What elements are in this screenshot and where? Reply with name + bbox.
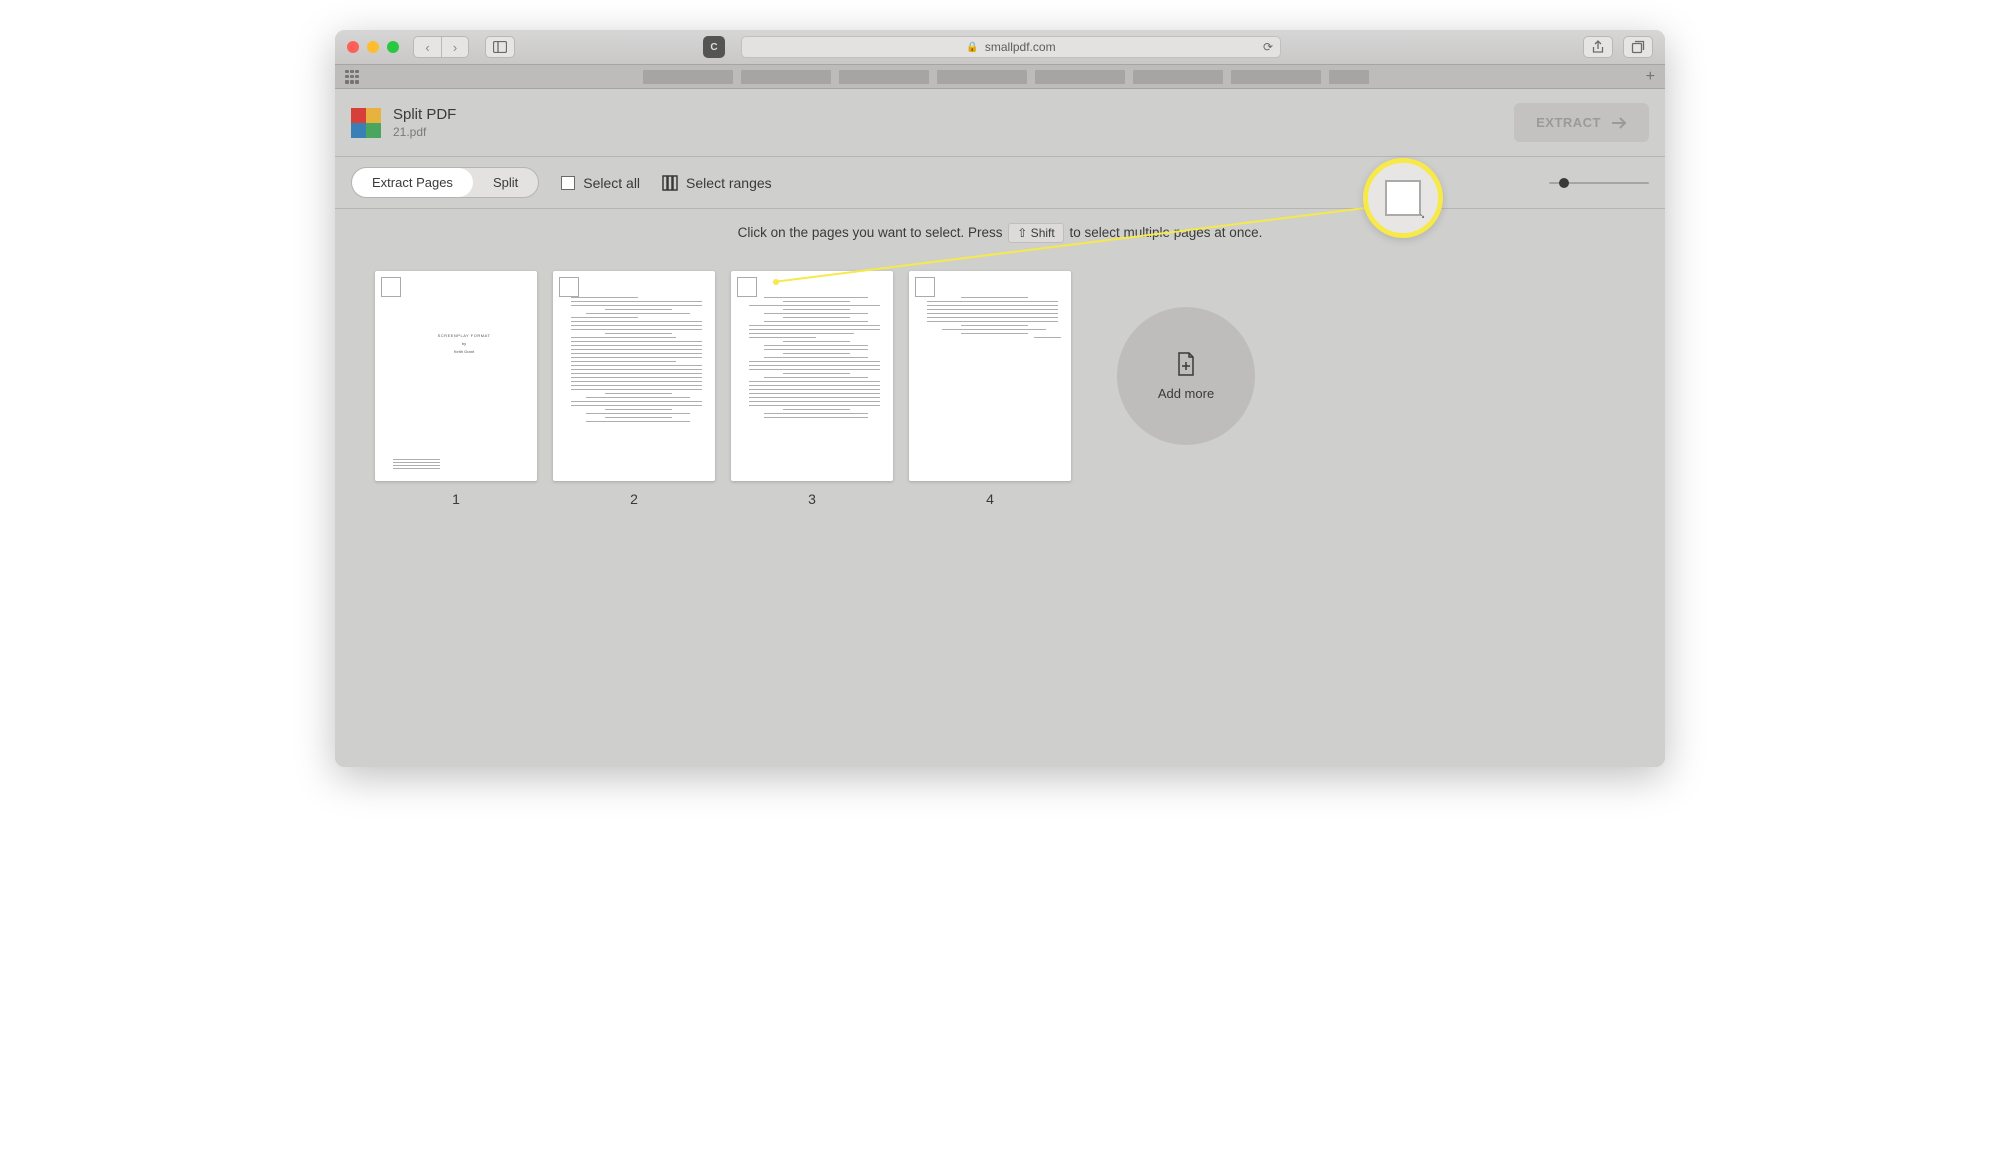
apps-grid-icon[interactable] bbox=[345, 70, 359, 84]
page-checkbox[interactable] bbox=[559, 277, 579, 297]
share-button[interactable] bbox=[1583, 36, 1613, 58]
mode-segmented-control: Extract Pages Split bbox=[351, 167, 539, 198]
page-number: 4 bbox=[986, 491, 994, 507]
titlebar: ‹ › C 🔒 smallpdf.com ⟳ bbox=[335, 30, 1665, 65]
add-file-icon bbox=[1176, 352, 1196, 376]
close-window-button[interactable] bbox=[347, 41, 359, 53]
tool-shortcut[interactable] bbox=[937, 70, 1027, 84]
annotation-checkbox-zoom: ↘ bbox=[1385, 180, 1421, 216]
tool-shortcut[interactable] bbox=[839, 70, 929, 84]
select-ranges-label: Select ranges bbox=[686, 175, 772, 191]
page-thumbnail-3[interactable] bbox=[731, 271, 893, 481]
page-checkbox[interactable] bbox=[737, 277, 757, 297]
add-more-button[interactable]: Add more bbox=[1117, 307, 1255, 445]
instruction-text: Click on the pages you want to select. P… bbox=[335, 209, 1665, 251]
tool-shortcuts bbox=[643, 70, 1369, 84]
page-thumbnail-1[interactable]: SCREENPLAY FORMAT by Keith Grant bbox=[375, 271, 537, 481]
tool-shortcut[interactable] bbox=[643, 70, 733, 84]
split-tab[interactable]: Split bbox=[473, 168, 538, 197]
page-header: Split PDF 21.pdf EXTRACT bbox=[335, 89, 1665, 157]
forward-button[interactable]: › bbox=[441, 36, 469, 58]
page-number: 1 bbox=[452, 491, 460, 507]
tool-shortcut[interactable] bbox=[1133, 70, 1223, 84]
traffic-lights bbox=[347, 41, 399, 53]
tab-strip: + bbox=[335, 65, 1665, 89]
minimize-window-button[interactable] bbox=[367, 41, 379, 53]
page-checkbox[interactable] bbox=[915, 277, 935, 297]
page-card: 3 bbox=[731, 271, 893, 507]
extract-button-label: EXTRACT bbox=[1536, 115, 1601, 130]
nav-group: ‹ › bbox=[413, 36, 469, 58]
reload-button[interactable]: ⟳ bbox=[1263, 40, 1273, 54]
page-thumbnail-4[interactable] bbox=[909, 271, 1071, 481]
pages-grid: SCREENPLAY FORMAT by Keith Grant 1 2 bbox=[335, 251, 1665, 767]
select-all-label: Select all bbox=[583, 175, 640, 191]
select-all-checkbox[interactable] bbox=[561, 176, 575, 190]
page-card: SCREENPLAY FORMAT by Keith Grant 1 bbox=[375, 271, 537, 507]
privacy-shield-icon[interactable]: C bbox=[703, 36, 725, 58]
url-host: smallpdf.com bbox=[985, 40, 1056, 54]
page-thumbnail-2[interactable] bbox=[553, 271, 715, 481]
annotation-callout-circle: ↘ bbox=[1363, 158, 1443, 238]
new-tab-button[interactable]: + bbox=[1646, 68, 1655, 86]
extract-button[interactable]: EXTRACT bbox=[1514, 103, 1649, 142]
extract-pages-tab[interactable]: Extract Pages bbox=[352, 168, 473, 197]
tool-shortcut[interactable] bbox=[1035, 70, 1125, 84]
tool-shortcut[interactable] bbox=[741, 70, 831, 84]
select-ranges-option[interactable]: Select ranges bbox=[662, 175, 772, 191]
tool-shortcut[interactable] bbox=[1329, 70, 1369, 84]
select-all-option[interactable]: Select all bbox=[561, 175, 640, 191]
smallpdf-logo-icon bbox=[351, 108, 381, 138]
tool-title: Split PDF bbox=[393, 106, 456, 123]
page-number: 2 bbox=[630, 491, 638, 507]
toolbar: Extract Pages Split Select all Select ra… bbox=[335, 157, 1665, 209]
lock-icon: 🔒 bbox=[966, 42, 978, 53]
add-more-label: Add more bbox=[1158, 386, 1214, 401]
filename-label: 21.pdf bbox=[393, 125, 456, 139]
shift-key-hint: ⇧ Shift bbox=[1008, 223, 1063, 243]
page-number: 3 bbox=[808, 491, 816, 507]
page-checkbox[interactable] bbox=[381, 277, 401, 297]
url-bar[interactable]: 🔒 smallpdf.com ⟳ bbox=[741, 36, 1281, 58]
back-button[interactable]: ‹ bbox=[413, 36, 441, 58]
zoom-slider-knob[interactable] bbox=[1559, 178, 1569, 188]
sidebar-toggle-button[interactable] bbox=[485, 36, 515, 58]
arrow-right-icon bbox=[1611, 117, 1627, 129]
tabs-overview-button[interactable] bbox=[1623, 36, 1653, 58]
zoom-slider[interactable] bbox=[1549, 182, 1649, 184]
maximize-window-button[interactable] bbox=[387, 41, 399, 53]
tool-shortcut[interactable] bbox=[1231, 70, 1321, 84]
ranges-icon bbox=[662, 175, 678, 191]
browser-window: ‹ › C 🔒 smallpdf.com ⟳ bbox=[335, 30, 1665, 767]
page-card: 4 bbox=[909, 271, 1071, 507]
page-card: 2 bbox=[553, 271, 715, 507]
